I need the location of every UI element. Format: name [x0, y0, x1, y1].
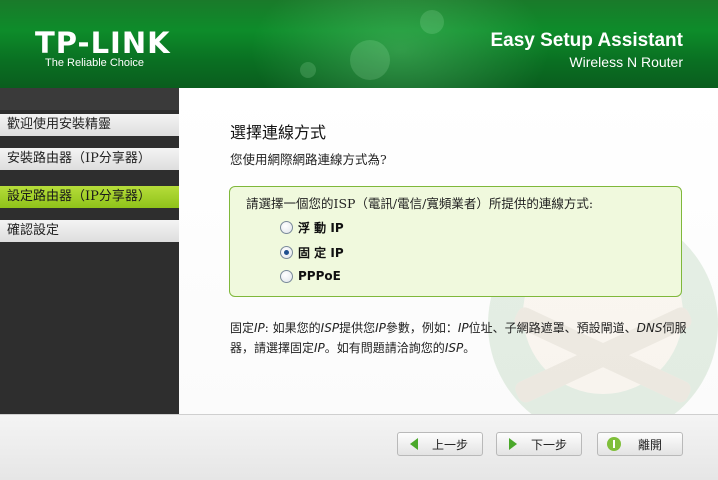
option-dynamic-ip-label: 浮 動 IP [298, 220, 344, 235]
back-button[interactable]: 上一步 [397, 432, 483, 456]
help-text-term: DNS [636, 321, 663, 335]
option-static-ip-label: 固 定 IP [298, 245, 344, 260]
arrow-right-icon [503, 435, 523, 453]
help-text-term: IP [457, 321, 469, 335]
radio-dynamic-ip[interactable] [280, 220, 293, 234]
sidebar-item-confirm: 確認設定 [0, 220, 179, 242]
option-pppoe-label: PPPoE [298, 269, 341, 283]
app-title: Easy Setup Assistant [490, 30, 683, 51]
decorative-bokeh [420, 10, 444, 34]
sidebar-item-install-router: 安裝路由器（IP分享器） [0, 148, 179, 170]
radio-pppoe[interactable] [280, 269, 293, 283]
info-exit-icon [604, 435, 624, 453]
help-text-part: 固定 [230, 321, 255, 335]
connection-type-prompt: 請選擇一個您的ISP（電訊/電信/寬頻業者）所提供的連線方式: [246, 196, 594, 211]
header-banner: TP-LINK The Reliable Choice Easy Setup A… [0, 0, 718, 88]
help-text-part: : 如果您的 [264, 321, 321, 335]
help-text-term: IP [314, 341, 325, 355]
connection-type-group: 請選擇一個您的ISP（電訊/電信/寬頻業者）所提供的連線方式: 浮 動 IP 固… [229, 186, 682, 297]
wizard-steps-sidebar: 歡迎使用安裝精靈 安裝路由器（IP分享器） 設定路由器（IP分享器） 確認設定 [0, 88, 179, 414]
help-text-part: 參數，例如： [385, 321, 458, 335]
next-button-label: 下一步 [530, 437, 567, 452]
decorative-bokeh [300, 62, 316, 78]
help-text-part: 提供您 [339, 321, 376, 335]
back-button-label: 上一步 [431, 437, 468, 452]
exit-button-label: 離開 [637, 437, 662, 452]
option-dynamic-ip[interactable]: 浮 動 IP [280, 218, 344, 236]
help-text-term: ISP [444, 341, 464, 355]
main-panel: 選擇連線方式 您使用網際網路連線方式為? 請選擇一個您的ISP（電訊/電信/寬頻… [179, 88, 718, 414]
help-text-part: 。如有問題請洽詢您的 [324, 341, 445, 355]
option-static-ip[interactable]: 固 定 IP [280, 243, 344, 261]
tp-link-logo: TP-LINK [35, 26, 171, 60]
help-text-term: IP [254, 321, 265, 335]
decorative-bokeh [350, 40, 390, 80]
next-button[interactable]: 下一步 [496, 432, 582, 456]
exit-button[interactable]: 離開 [597, 432, 683, 456]
logo-tagline: The Reliable Choice [45, 57, 145, 69]
sidebar-item-welcome: 歡迎使用安裝精靈 [0, 114, 179, 136]
radio-static-ip[interactable] [280, 245, 293, 259]
app-subtitle: Wireless N Router [569, 54, 683, 70]
help-text-term: ISP [320, 321, 340, 335]
arrow-left-icon [404, 435, 424, 453]
help-description: 固定IP: 如果您的ISP提供您IP參數，例如：IP位址、子網路遮罩、預設閘道、… [230, 318, 700, 358]
page-title: 選擇連線方式 [230, 123, 327, 142]
wizard-footer: 上一步 下一步 離開 [0, 414, 718, 480]
connection-question: 您使用網際網路連線方式為? [230, 152, 387, 167]
sidebar-item-configure-router: 設定路由器（IP分享器） [0, 186, 179, 208]
sidebar-top-band [0, 88, 179, 110]
help-text-part: 位址、子網路遮罩、預設閘道、 [468, 321, 637, 335]
option-pppoe[interactable]: PPPoE [280, 267, 341, 285]
help-text-term: IP [375, 321, 386, 335]
help-text-part: 。 [463, 341, 476, 355]
